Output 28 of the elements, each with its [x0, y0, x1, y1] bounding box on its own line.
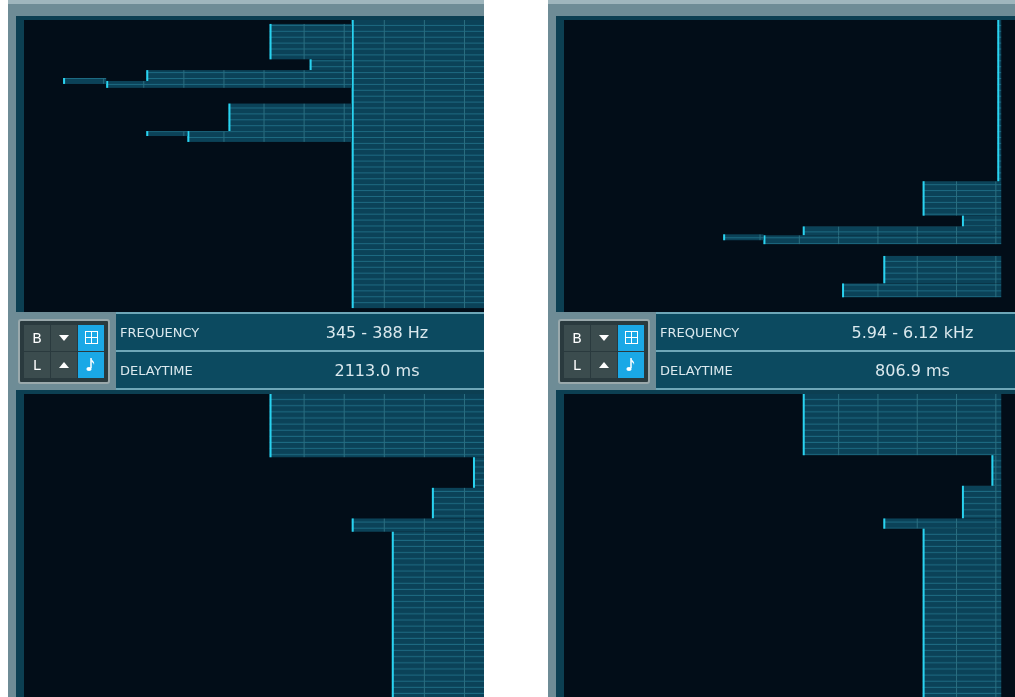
down-triangle-icon	[59, 334, 69, 341]
down-button[interactable]	[51, 324, 77, 351]
down-triangle-icon	[599, 334, 609, 341]
frequency-label: FREQUENCY	[119, 324, 201, 340]
up-button[interactable]	[591, 351, 617, 378]
delay-time-value: 806.9 ms	[874, 360, 951, 380]
up-button[interactable]	[51, 351, 77, 378]
down-button[interactable]	[591, 324, 617, 351]
music-note-icon	[626, 357, 636, 372]
mode-button[interactable]: L	[24, 351, 50, 378]
frequency-value: 5.94 - 6.12 kHz	[850, 322, 975, 342]
note-button[interactable]	[618, 351, 644, 378]
grid-button[interactable]	[78, 324, 104, 351]
music-note-icon	[86, 357, 96, 372]
mode-button[interactable]: B	[564, 324, 590, 351]
up-triangle-icon	[59, 361, 69, 368]
grid-icon	[624, 331, 638, 344]
delay-time-label: DELAYTIME	[659, 362, 734, 378]
frequency-label: FREQUENCY	[659, 324, 741, 340]
mode-button[interactable]: L	[564, 351, 590, 378]
delay-time-label: DELAYTIME	[119, 362, 194, 378]
note-button[interactable]	[78, 351, 104, 378]
delay-time-value: 2113.0 ms	[333, 360, 421, 380]
grid-button[interactable]	[618, 324, 644, 351]
grid-icon	[84, 331, 98, 344]
frequency-value: 345 - 388 Hz	[324, 322, 430, 342]
mode-button[interactable]: B	[24, 324, 50, 351]
up-triangle-icon	[599, 361, 609, 368]
